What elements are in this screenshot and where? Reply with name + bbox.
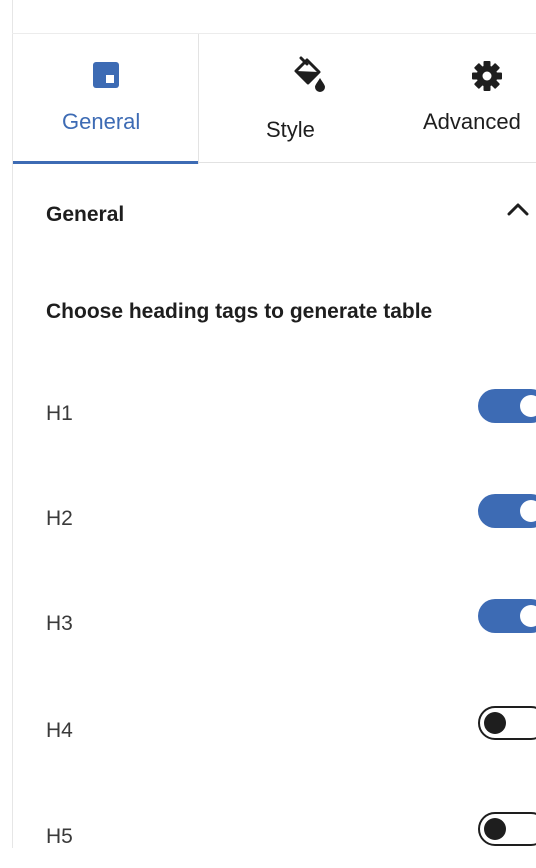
heading-toggle-label: H5 bbox=[46, 825, 73, 848]
heading-toggle-label: H1 bbox=[46, 402, 73, 425]
panel-title: General bbox=[46, 203, 125, 226]
gear-icon bbox=[471, 60, 503, 97]
toggle-knob bbox=[520, 395, 536, 417]
heading-toggle-label: H2 bbox=[46, 507, 73, 530]
tab-style-label: Style bbox=[266, 117, 315, 142]
panel-general-header[interactable]: General bbox=[13, 180, 536, 250]
tab-general[interactable]: General bbox=[13, 34, 198, 164]
heading-tags-label: Choose heading tags to generate table bbox=[46, 300, 433, 323]
tab-style[interactable]: Style bbox=[198, 34, 389, 164]
toggle-knob bbox=[484, 818, 506, 840]
tab-bar-divider bbox=[198, 162, 536, 163]
heading-toggle-row: H4 bbox=[13, 702, 536, 762]
toggle-knob bbox=[520, 605, 536, 627]
toggle-knob bbox=[484, 712, 506, 734]
toggle-h1[interactable] bbox=[478, 389, 536, 423]
heading-toggle-row: H5 bbox=[13, 808, 536, 868]
heading-toggle-label: H3 bbox=[46, 612, 73, 635]
tab-bar: General Style Advanced bbox=[13, 34, 536, 164]
heading-toggle-row: H1 bbox=[13, 385, 536, 445]
paint-bucket-icon bbox=[291, 56, 325, 101]
tab-advanced-label: Advanced bbox=[423, 109, 521, 134]
toggle-h3[interactable] bbox=[478, 599, 536, 633]
toggle-knob bbox=[520, 500, 536, 522]
block-layout-icon bbox=[93, 62, 119, 93]
heading-toggle-row: H2 bbox=[13, 490, 536, 550]
toggle-h2[interactable] bbox=[478, 494, 536, 528]
tab-advanced[interactable]: Advanced bbox=[388, 34, 536, 164]
heading-toggle-label: H4 bbox=[46, 719, 73, 742]
toggle-h4[interactable] bbox=[478, 706, 536, 740]
chevron-up-icon[interactable] bbox=[506, 201, 530, 222]
tab-general-label: General bbox=[62, 109, 141, 134]
heading-toggle-row: H3 bbox=[13, 595, 536, 655]
toggle-h5[interactable] bbox=[478, 812, 536, 846]
